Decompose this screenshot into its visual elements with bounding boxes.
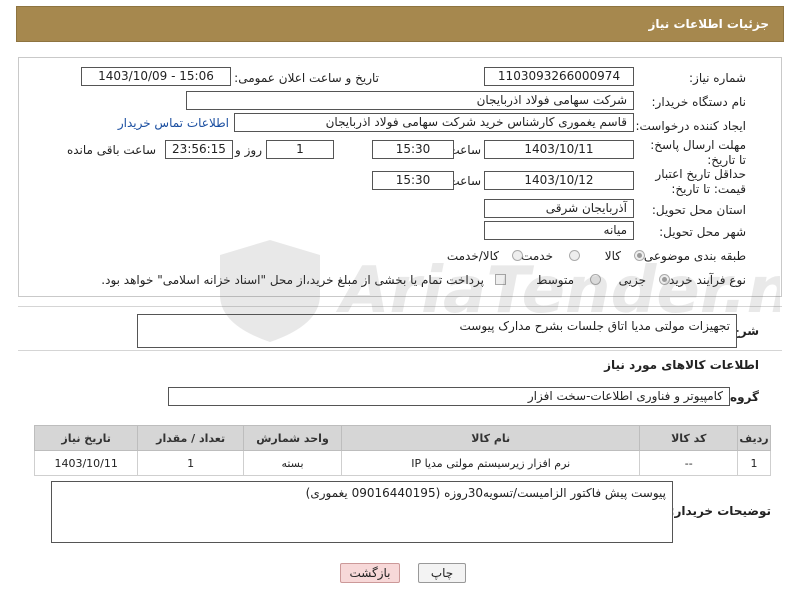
page-header: جزئیات اطلاعات نیاز [16,6,784,42]
province-label: استان محل تحویل: [651,203,746,217]
cell-item-code: -- [639,450,739,476]
category-service-label: خدمت [521,249,553,263]
buyer-notes-textarea[interactable]: پیوست پیش فاکتور الزامیست/تسویه30روزه (0… [51,481,673,543]
goods-table: ردیف کد کالا نام کالا واحد شمارش تعداد /… [33,425,771,476]
col-quantity: تعداد / مقدار [137,425,244,451]
summary-textarea[interactable]: تجهیزات مولتی مدیا اتاق جلسات بشرح مدارک… [137,314,737,348]
reply-date-field: 1403/10/11 [484,140,634,159]
process-minor-label: جزیی [618,273,646,287]
col-row-number: ردیف [737,425,771,451]
price-time-field: 15:30 [372,171,454,190]
remaining-time-field: 23:56:15 [165,140,233,159]
creator-field: قاسم یغموری کارشناس خرید شرکت سهامی فولا… [234,113,634,132]
category-goods-radio[interactable] [634,250,645,261]
reply-time-field: 15:30 [372,140,454,159]
category-goods-service-radio[interactable] [512,250,523,261]
cell-row-number: 1 [737,450,771,476]
need-number-label: شماره نیاز: [689,71,746,85]
category-service-radio[interactable] [569,250,580,261]
price-validity-label: حداقل تاریخ اعتبار قیمت: تا تاریخ: [655,167,746,196]
announce-label: تاریخ و ساعت اعلان عمومی: [234,71,379,85]
reply-deadline-label: مهلت ارسال پاسخ: تا تاریخ: [650,138,746,167]
city-label: شهر محل تحویل: [659,225,746,239]
process-minor-radio[interactable] [659,274,670,285]
category-label: طبقه بندی موضوعی: [639,249,746,263]
page-title: جزئیات اطلاعات نیاز [648,17,769,31]
goods-table-header: ردیف کد کالا نام کالا واحد شمارش تعداد /… [33,425,771,451]
remaining-label: ساعت باقی مانده [66,143,156,157]
goods-divider [18,350,782,351]
announce-field: 1403/10/09 - 15:06 [81,67,231,86]
category-goods-label: کالا [604,249,621,263]
cell-item-name: نرم افزار زیرسیستم مولتی مدیا IP [341,450,641,476]
process-medium-label: متوسط [536,273,574,287]
category-goods-service-label: کالا/خدمت [446,249,499,263]
cell-need-date: 1403/10/11 [33,450,139,476]
summary-divider [18,306,782,307]
back-button[interactable]: بازگشت [340,563,400,583]
remaining-days-field: 1 [266,140,334,159]
treasury-payment-checkbox[interactable] [495,274,506,285]
col-item-name: نام کالا [341,425,641,451]
creator-label: ایجاد کننده درخواست: [635,119,746,133]
buyer-org-label: نام دستگاه خریدار: [651,95,747,109]
print-button[interactable]: چاپ [418,563,466,583]
days-label: روز و [235,143,262,157]
summary-text: تجهیزات مولتی مدیا اتاق جلسات بشرح مدارک… [459,319,730,333]
buyer-notes-label: توضیحات خریدار: [669,504,771,518]
col-item-code: کد کالا [639,425,739,451]
buyer-contact-link[interactable]: اطلاعات تماس خریدار [118,116,229,130]
cell-quantity: 1 [137,450,244,476]
treasury-payment-note: پرداخت تمام یا بخشی از مبلغ خرید،از محل … [101,273,484,287]
process-label: نوع فرآیند خرید : [661,273,746,287]
price-date-field: 1403/10/12 [484,171,634,190]
city-field: میانه [484,221,634,240]
goods-group-field: کامپیوتر و فناوری اطلاعات-سخت افزار [168,387,730,406]
cell-unit: بسته [242,450,343,476]
goods-section-title: اطلاعات کالاهای مورد نیاز [604,358,759,372]
table-row: 1 -- نرم افزار زیرسیستم مولتی مدیا IP بس… [33,450,771,476]
need-number-field: 1103093266000974 [484,67,634,86]
col-unit: واحد شمارش [242,425,343,451]
buyer-org-field: شرکت سهامی فولاد اذربایجان [186,91,634,110]
col-need-date: تاریخ نیاز [33,425,139,451]
buyer-notes-text: پیوست پیش فاکتور الزامیست/تسویه30روزه (0… [305,486,666,500]
process-medium-radio[interactable] [590,274,601,285]
province-field: آذربایجان شرقی [484,199,634,218]
